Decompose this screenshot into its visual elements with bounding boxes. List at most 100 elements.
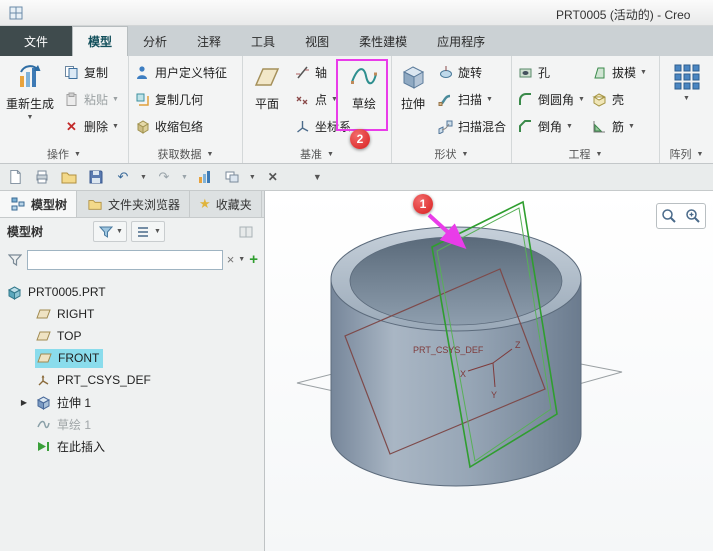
chevron-down-icon: ▼ [640, 69, 647, 76]
save-button[interactable] [86, 167, 106, 187]
funnel-icon [97, 223, 114, 240]
group-shapes: 拉伸 旋转 扫描 ▼ 扫描混合 形状 ▼ [392, 56, 512, 163]
tab-label: 注释 [197, 33, 221, 50]
shrinkwrap-button[interactable]: 收缩包络 [131, 113, 230, 140]
revolve-button[interactable]: 旋转 [434, 59, 509, 86]
user-defined-feature-button[interactable]: 用户定义特征 [131, 59, 230, 86]
tree-display-settings-button[interactable]: ▼ [131, 221, 165, 242]
new-file-button[interactable] [5, 167, 25, 187]
group-label-shapes[interactable]: 形状 ▼ [392, 145, 511, 163]
open-folder-button[interactable] [59, 167, 79, 187]
tab-label: 分析 [143, 33, 167, 50]
filter-add-button[interactable]: + [249, 251, 258, 268]
search-icon[interactable] [659, 206, 679, 226]
tab-model[interactable]: 模型 [72, 26, 128, 56]
group-operations: 重新生成 ▼ 复制 粘贴 ▼ ✕ 删除 ▼ [0, 56, 129, 163]
tree-filter-settings-button[interactable]: ▼ [93, 221, 127, 242]
chevron-down-icon[interactable]: ▼ [140, 174, 147, 181]
extrude-label: 拉伸 [401, 95, 425, 112]
group-engineering: 孔 倒圆角 ▼ 倒角 ▼ 拔模 ▼ [512, 56, 660, 163]
regenerate-button[interactable]: 重新生成 ▼ [2, 59, 58, 121]
main-area: 模型树 文件夹浏览器 ★ 收藏夹 模型树 ▼ ▼ [0, 191, 713, 551]
window-switch-button[interactable] [222, 167, 242, 187]
filter-clear-icon[interactable]: × [227, 252, 235, 267]
model-tree-filter-input[interactable] [27, 250, 223, 270]
tab-favorites[interactable]: ★ 收藏夹 [190, 191, 262, 217]
group-label-datum[interactable]: 基准 ▼ [243, 145, 391, 163]
3d-scene: PRT_CSYS_DEF X Z Y [265, 191, 713, 551]
user-defined-feature-label: 用户定义特征 [155, 64, 227, 81]
regenerate-toolbar-button[interactable] [195, 167, 215, 187]
axis-button[interactable]: 轴 [291, 59, 338, 86]
graphics-viewport[interactable]: PRT_CSYS_DEF X Z Y 1 [265, 191, 713, 551]
shrinkwrap-icon [134, 118, 151, 135]
rib-button[interactable]: 筋 ▼ [588, 113, 656, 140]
coordinate-system-button[interactable]: 坐标系 [291, 113, 338, 140]
chamfer-button[interactable]: 倒角 ▼ [514, 113, 586, 140]
zoom-in-icon[interactable] [683, 206, 703, 226]
tree-item-part[interactable]: PRT0005.PRT [0, 281, 264, 303]
tree-columns-button[interactable] [234, 222, 257, 241]
step-badge-2: 2 [350, 129, 370, 149]
group-pattern: ▼ 阵列 ▼ [660, 56, 713, 163]
coordinate-system-icon [294, 118, 311, 135]
tree-item-right-plane[interactable]: RIGHT [0, 303, 264, 325]
group-label-text: 操作 [47, 146, 69, 162]
tree-item-top-plane[interactable]: TOP [0, 325, 264, 347]
hole-button[interactable]: 孔 [514, 59, 586, 86]
filter-funnel-icon [6, 251, 23, 268]
draft-button[interactable]: 拔模 ▼ [588, 59, 656, 86]
delete-button[interactable]: ✕ 删除 ▼ [60, 113, 122, 140]
chevron-down-icon: ▼ [578, 96, 585, 103]
tab-tools[interactable]: 工具 [236, 26, 290, 56]
copy-geometry-label: 复制几何 [155, 91, 203, 108]
tab-view[interactable]: 视图 [290, 26, 344, 56]
copy-button[interactable]: 复制 [60, 59, 122, 86]
tab-applications[interactable]: 应用程序 [422, 26, 500, 56]
tree-item-csys[interactable]: PRT_CSYS_DEF [0, 369, 264, 391]
round-button[interactable]: 倒圆角 ▼ [514, 86, 586, 113]
print-button[interactable] [32, 167, 52, 187]
tab-model-tree[interactable]: 模型树 [0, 191, 77, 217]
extrude-button[interactable]: 拉伸 [394, 59, 432, 112]
selection-highlight: FRONT [35, 349, 103, 368]
tree-item-front-plane[interactable]: FRONT [0, 347, 264, 369]
insert-here-icon [35, 438, 52, 455]
close-window-button[interactable]: ✕ [263, 167, 283, 187]
tab-folder-browser[interactable]: 文件夹浏览器 [77, 191, 190, 217]
tree-item-extrude[interactable]: ▶ 拉伸 1 [0, 391, 264, 413]
tab-file[interactable]: 文件 [0, 26, 72, 56]
group-label-operations[interactable]: 操作 ▼ [0, 145, 128, 163]
undo-button[interactable]: ↶ [113, 167, 133, 187]
quick-access-toolbar: ↶ ▼ ↷ ▼ ▼ ✕ ▼ [0, 164, 713, 191]
group-label-get-data[interactable]: 获取数据 ▼ [129, 145, 242, 163]
copy-geometry-button[interactable]: 复制几何 [131, 86, 230, 113]
graphics-toolbar-dropdown-icon[interactable]: ▼ [313, 173, 322, 182]
swept-blend-button[interactable]: 扫描混合 [434, 113, 509, 140]
paste-button[interactable]: 粘贴 ▼ [60, 86, 122, 113]
chevron-down-icon[interactable]: ▼ [238, 256, 245, 263]
tab-analysis[interactable]: 分析 [128, 26, 182, 56]
regenerate-icon [14, 61, 46, 93]
shell-button[interactable]: 壳 [588, 86, 656, 113]
tree-item-sketch[interactable]: 草绘 1 [0, 413, 264, 435]
tree-item-label: TOP [57, 329, 81, 343]
chevron-down-icon[interactable]: ▼ [181, 174, 188, 181]
point-button[interactable]: 点 ▼ [291, 86, 338, 113]
pattern-button[interactable]: ▼ [664, 59, 710, 102]
tab-annotate[interactable]: 注释 [182, 26, 236, 56]
redo-button[interactable]: ↷ [154, 167, 174, 187]
tab-label: 模型树 [31, 196, 67, 213]
model-tree-icon [9, 196, 26, 213]
expander-icon[interactable]: ▶ [18, 398, 30, 407]
chevron-down-icon: ▼ [112, 123, 119, 130]
tab-flexible-modeling[interactable]: 柔性建模 [344, 26, 422, 56]
tree-item-insert-here[interactable]: 在此插入 [0, 435, 264, 457]
sketch-button[interactable]: 草绘 [340, 59, 388, 112]
group-label-pattern[interactable]: 阵列 ▼ [660, 145, 713, 163]
sweep-button[interactable]: 扫描 ▼ [434, 86, 509, 113]
chevron-down-icon[interactable]: ▼ [249, 174, 256, 181]
group-label-engineering[interactable]: 工程 ▼ [512, 145, 659, 163]
plane-button[interactable]: 平面 [245, 59, 289, 112]
group-get-data: 用户定义特征 复制几何 收缩包络 获取数据 ▼ [129, 56, 243, 163]
